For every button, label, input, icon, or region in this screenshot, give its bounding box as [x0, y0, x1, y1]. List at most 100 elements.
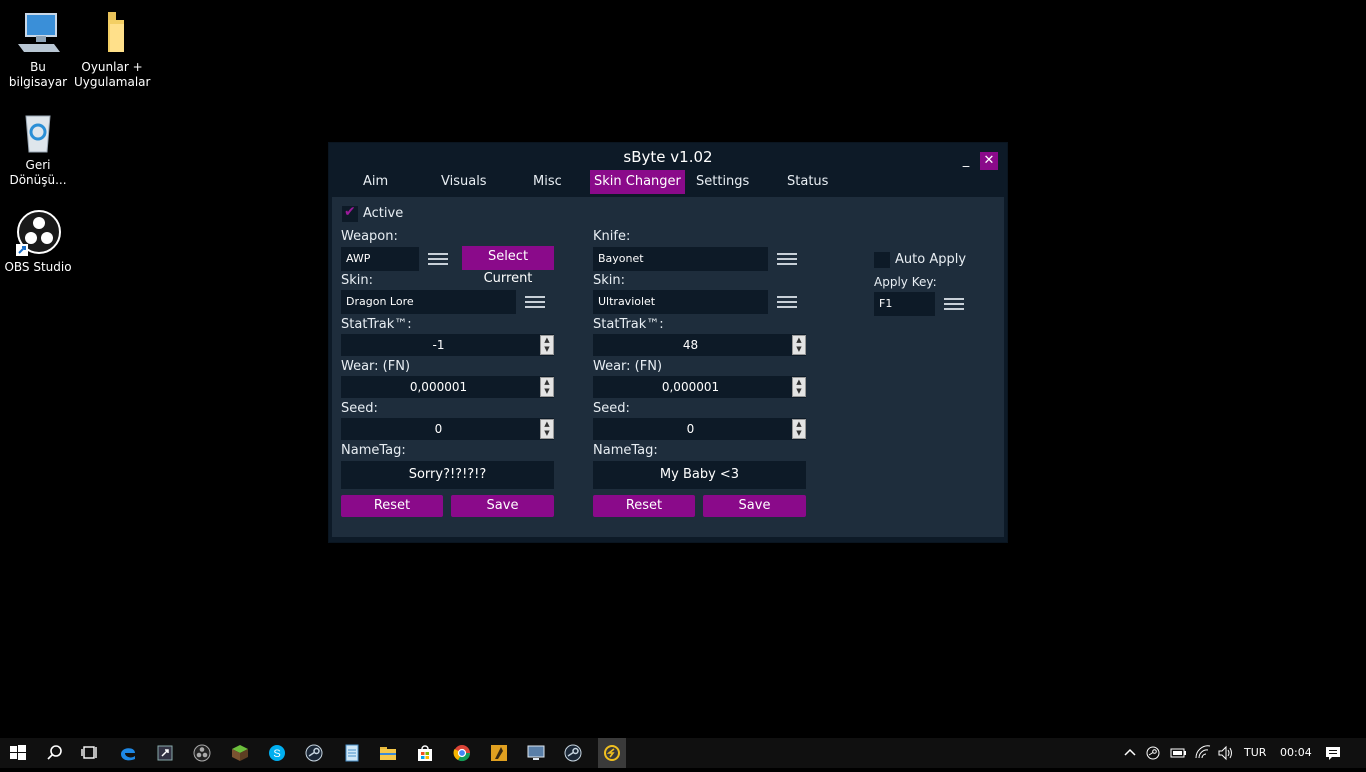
folder-icon: [88, 10, 136, 58]
windows-start-icon[interactable]: [6, 741, 30, 765]
desktop-icon-games-apps[interactable]: Oyunlar + Uygulamalar: [74, 10, 150, 90]
weapon-nametag-input[interactable]: Sorry?!?!?!?: [341, 461, 554, 489]
chrome-icon[interactable]: [450, 741, 474, 765]
knife-wear-value: 0,000001: [661, 380, 720, 394]
language-indicator[interactable]: TUR: [1244, 738, 1266, 768]
computer-icon: [14, 10, 62, 58]
weapon-seed-label: Seed:: [341, 401, 378, 416]
knife-nametag-input[interactable]: My Baby <3: [593, 461, 806, 489]
hamburger-icon[interactable]: [768, 247, 806, 271]
hamburger-icon[interactable]: [516, 290, 554, 314]
select-current-button[interactable]: Select Current: [462, 246, 554, 286]
clock[interactable]: 00:04: [1280, 738, 1312, 768]
desktop-icon-label: Geri Dönüşü...: [9, 158, 67, 187]
sbyte-icon[interactable]: [598, 738, 626, 768]
weapon-seed-input[interactable]: 0 ▲ ▼: [341, 418, 554, 440]
tab-aim[interactable]: Aim: [359, 170, 392, 194]
task-view-icon[interactable]: [78, 741, 102, 765]
desktop-icon-recycle-bin[interactable]: Geri Dönüşü...: [0, 108, 76, 188]
tab-settings[interactable]: Settings: [692, 170, 753, 194]
apply-key-select[interactable]: F1: [874, 292, 973, 316]
knife-select[interactable]: Bayonet: [593, 247, 806, 271]
game-icon[interactable]: [487, 741, 511, 765]
spinner-arrows[interactable]: ▲ ▼: [540, 377, 554, 397]
arrow-down-icon[interactable]: ▼: [793, 387, 805, 396]
arrow-up-icon[interactable]: ▲: [541, 420, 553, 429]
arrow-down-icon[interactable]: ▼: [541, 345, 553, 354]
arrow-up-icon[interactable]: ▲: [793, 336, 805, 345]
hamburger-icon[interactable]: [419, 247, 457, 271]
notepad-icon[interactable]: [340, 741, 364, 765]
window-title: sByte v1.02: [623, 148, 713, 166]
weapon-save-button[interactable]: Save: [451, 495, 554, 517]
knife-seed-value: 0: [686, 422, 695, 436]
weapon-wear-input[interactable]: 0,000001 ▲ ▼: [341, 376, 554, 398]
knife-stattrak-input[interactable]: 48 ▲ ▼: [593, 334, 806, 356]
obs-icon: [14, 210, 62, 258]
minimize-button[interactable]: _: [957, 152, 975, 170]
minecraft-icon[interactable]: [228, 741, 252, 765]
weapon-select[interactable]: AWP: [341, 247, 457, 271]
arrow-up-icon[interactable]: ▲: [541, 336, 553, 345]
arrow-up-icon[interactable]: ▲: [793, 378, 805, 387]
wifi-icon[interactable]: [1191, 741, 1215, 765]
desktop-icon-this-pc[interactable]: Bu bilgisayar: [0, 10, 76, 90]
tab-misc[interactable]: Misc: [529, 170, 566, 194]
active-checkbox[interactable]: ✔: [342, 204, 358, 222]
obs-icon[interactable]: [190, 741, 214, 765]
arrow-down-icon[interactable]: ▼: [793, 345, 805, 354]
knife-seed-input[interactable]: 0 ▲ ▼: [593, 418, 806, 440]
knife-skin-label: Skin:: [593, 273, 626, 288]
desktop-icon-label: Bu bilgisayar: [8, 60, 68, 89]
weapon-skin-label: Skin:: [341, 273, 374, 288]
weapon-wear-label: Wear: (FN): [341, 359, 411, 374]
arrow-down-icon[interactable]: ▼: [793, 429, 805, 438]
knife-stattrak-label: StatTrak™:: [593, 317, 664, 332]
taskbar: S TUR 00:04: [0, 738, 1366, 768]
hamburger-icon[interactable]: [935, 292, 973, 316]
spinner-arrows[interactable]: ▲ ▼: [540, 419, 554, 439]
file-explorer-icon[interactable]: [376, 741, 400, 765]
edge-icon[interactable]: [116, 741, 140, 765]
tab-visuals[interactable]: Visuals: [437, 170, 491, 194]
knife-save-button[interactable]: Save: [703, 495, 806, 517]
weapon-skin-select[interactable]: Dragon Lore: [341, 290, 554, 314]
active-label: Active: [363, 206, 404, 221]
desktop-icon-obs-studio[interactable]: OBS Studio: [0, 210, 76, 275]
knife-skin-select[interactable]: Ultraviolet: [593, 290, 806, 314]
hamburger-icon[interactable]: [768, 290, 806, 314]
auto-apply-label: Auto Apply: [895, 252, 967, 267]
auto-apply-checkbox[interactable]: [874, 252, 890, 268]
arrow-up-icon[interactable]: ▲: [541, 378, 553, 387]
arrow-down-icon[interactable]: ▼: [541, 387, 553, 396]
remote-desktop-icon[interactable]: [524, 741, 548, 765]
search-icon[interactable]: [43, 741, 67, 765]
arrow-down-icon[interactable]: ▼: [541, 429, 553, 438]
spinner-arrows[interactable]: ▲ ▼: [792, 419, 806, 439]
steam-icon[interactable]: [561, 741, 585, 765]
store-icon[interactable]: [413, 741, 437, 765]
tab-skin-changer[interactable]: Skin Changer: [590, 170, 685, 194]
spinner-arrows[interactable]: ▲ ▼: [792, 377, 806, 397]
weapon-stattrak-input[interactable]: -1 ▲ ▼: [341, 334, 554, 356]
steam-icon[interactable]: [302, 741, 326, 765]
recycle-bin-icon: [14, 108, 62, 156]
skype-icon[interactable]: S: [265, 741, 289, 765]
notification-icon[interactable]: [1321, 741, 1345, 765]
chevron-up-icon[interactable]: [1118, 741, 1142, 765]
weapon-reset-button[interactable]: Reset: [341, 495, 443, 517]
weapon-seed-value: 0: [434, 422, 443, 436]
battery-icon[interactable]: [1166, 741, 1190, 765]
knife-reset-button[interactable]: Reset: [593, 495, 695, 517]
knife-wear-input[interactable]: 0,000001 ▲ ▼: [593, 376, 806, 398]
spinner-arrows[interactable]: ▲ ▼: [792, 335, 806, 355]
close-button[interactable]: ✕: [980, 152, 998, 170]
steam-tray-icon[interactable]: [1141, 741, 1165, 765]
weapon-skin-value: Dragon Lore: [346, 295, 414, 308]
arrow-up-icon[interactable]: ▲: [793, 420, 805, 429]
tab-status[interactable]: Status: [783, 170, 832, 194]
weapon-stattrak-label: StatTrak™:: [341, 317, 412, 332]
spinner-arrows[interactable]: ▲ ▼: [540, 335, 554, 355]
app-icon[interactable]: [153, 741, 177, 765]
volume-icon[interactable]: [1214, 741, 1238, 765]
